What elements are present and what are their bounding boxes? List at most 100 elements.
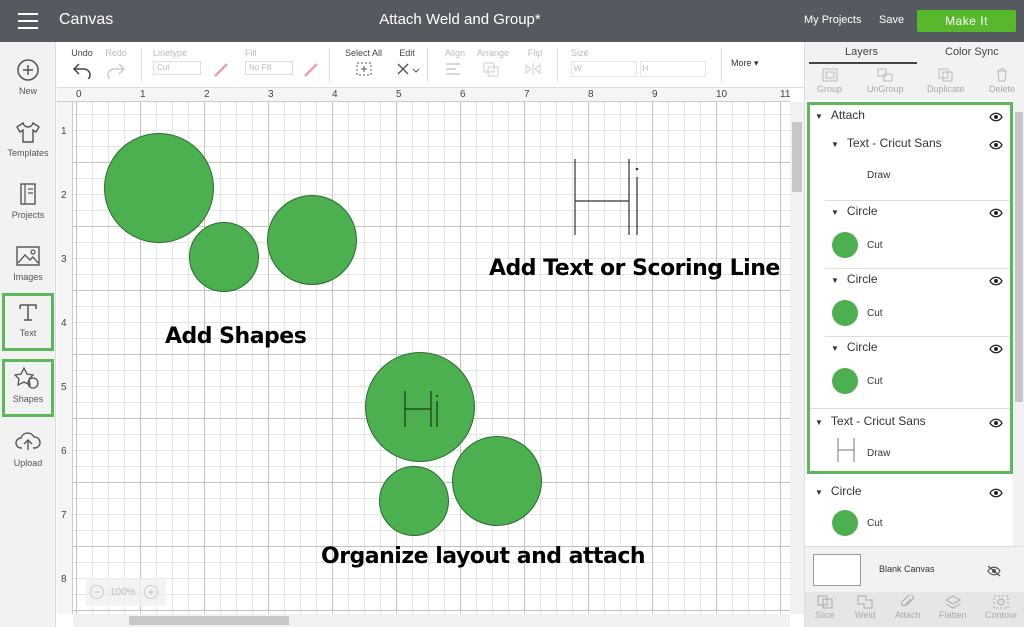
sidebar-item-templates[interactable]: Templates (3, 114, 53, 170)
toolbar-divider (557, 48, 558, 82)
scrollbar-thumb[interactable] (1015, 112, 1023, 402)
circle-shape[interactable] (379, 466, 449, 536)
zoom-control: − 100% + (86, 578, 166, 606)
align-icon (446, 63, 460, 75)
scrollbar-thumb[interactable] (792, 122, 802, 192)
text-hi-glyph[interactable] (571, 157, 643, 237)
scissors-icon (397, 63, 420, 75)
group-label: Group (817, 84, 843, 94)
ruler-tick-label: 4 (332, 89, 338, 100)
align-button[interactable]: Align (443, 48, 467, 79)
undo-button[interactable]: Undo (71, 48, 93, 82)
redo-label: Redo (105, 48, 127, 58)
contour-button[interactable]: Contour (985, 595, 1017, 620)
panel-tabs: Layers Color Sync (805, 42, 1024, 64)
flip-button[interactable]: Flip (523, 48, 547, 79)
group-button[interactable]: Group (817, 68, 842, 94)
left-sidebar: New Templates Projects Images Text Shape… (0, 42, 56, 627)
ungroup-icon (877, 68, 893, 82)
contour-icon (993, 595, 1009, 609)
fill-control[interactable]: Fill No Fill (245, 48, 293, 75)
arrange-button[interactable]: Arrange (477, 48, 509, 79)
blank-canvas-swatch[interactable] (813, 554, 861, 586)
eye-icon[interactable] (989, 488, 1003, 498)
sidebar-item-label: Templates (7, 148, 49, 158)
weld-button[interactable]: Weld (855, 595, 875, 620)
flip-icon (525, 63, 541, 75)
layer-label: Circle (830, 484, 862, 498)
ruler-tick-label: 6 (61, 446, 67, 457)
toolbar-divider (427, 48, 428, 82)
height-field[interactable]: H (639, 61, 706, 77)
zoom-in-button[interactable]: + (144, 585, 158, 599)
sidebar-item-text[interactable]: Text (2, 293, 54, 351)
circle-shape[interactable] (189, 222, 259, 292)
design-canvas[interactable]: Add Shapes Add Text or Scoring Line Orga… (73, 102, 790, 614)
arrange-label: Arrange (477, 48, 510, 58)
sidebar-item-label: Projects (11, 210, 45, 220)
select-all-icon (356, 62, 372, 76)
circle-thumbnail (832, 510, 858, 536)
zoom-out-button[interactable]: − (90, 585, 104, 599)
undo-icon (72, 63, 91, 82)
sidebar-item-upload[interactable]: Upload (3, 424, 53, 480)
sidebar-item-images[interactable]: Images (3, 238, 53, 294)
top-bar: Canvas Attach Weld and Group* My Project… (0, 0, 1024, 42)
text-hi-glyph[interactable] (403, 389, 441, 429)
ruler-tick-label: 7 (61, 510, 67, 521)
ungroup-button[interactable]: UnGroup (867, 68, 904, 94)
circle-shape[interactable] (452, 436, 542, 526)
book-icon (20, 183, 36, 205)
delete-label: Delete (989, 84, 1016, 94)
ruler-tick-label: 9 (652, 89, 658, 100)
linetype-select[interactable]: Cut (153, 61, 201, 75)
select-all-label: Select All (345, 48, 383, 58)
shapes-icon (14, 366, 39, 389)
sidebar-item-label: Upload (13, 458, 43, 468)
sidebar-item-projects[interactable]: Projects (3, 176, 53, 232)
toolbar-divider (329, 48, 330, 82)
redo-button[interactable]: Redo (105, 48, 127, 82)
more-button[interactable]: More ▾ (731, 58, 759, 69)
blank-canvas-row[interactable]: Blank Canvas (805, 546, 1024, 592)
layers-scrollbar[interactable] (1013, 100, 1024, 546)
edit-button[interactable]: Edit (395, 48, 420, 79)
slice-button[interactable]: Slice (815, 595, 835, 620)
ruler-top: 0 1 2 3 4 5 6 7 8 9 10 11 (57, 88, 790, 102)
blank-canvas-label: Blank Canvas (879, 564, 935, 574)
sidebar-item-label: Images (13, 272, 43, 282)
flatten-button[interactable]: Flatten (939, 595, 967, 620)
weld-label: Weld (855, 610, 876, 620)
size-control[interactable]: Size W H (571, 48, 706, 77)
flatten-icon (944, 595, 961, 609)
collapse-arrow-icon[interactable]: ▼ (815, 488, 823, 497)
image-icon (16, 246, 40, 266)
duplicate-button[interactable]: Duplicate (927, 68, 965, 94)
toolbar-divider (721, 48, 722, 82)
eye-hidden-icon[interactable] (987, 565, 1001, 577)
scrollbar-thumb[interactable] (129, 616, 289, 625)
select-all-button[interactable]: Select All (345, 48, 382, 79)
attach-button[interactable]: Attach (895, 595, 921, 620)
save-button[interactable]: Save (879, 14, 904, 26)
make-it-button[interactable]: Make It (917, 10, 1016, 32)
tab-layers[interactable]: Layers (845, 46, 878, 58)
arrange-icon (483, 62, 499, 77)
circle-shape[interactable] (104, 133, 214, 243)
width-field[interactable]: W (571, 61, 637, 77)
linetype-color-icon (214, 63, 228, 77)
ruler-tick-label: 5 (396, 89, 402, 100)
canvas-horizontal-scrollbar[interactable] (73, 614, 790, 627)
canvas-vertical-scrollbar[interactable] (790, 102, 804, 614)
edit-label: Edit (399, 48, 415, 58)
linetype-control[interactable]: Linetype Cut (153, 48, 201, 75)
tab-color-sync[interactable]: Color Sync (945, 46, 999, 58)
caption-organize: Organize layout and attach (321, 544, 646, 569)
layer-item-circle[interactable]: ▼ Circle Cut (805, 484, 1013, 546)
delete-button[interactable]: Delete (989, 68, 1015, 94)
sidebar-item-new[interactable]: New (3, 52, 53, 108)
sidebar-item-shapes[interactable]: Shapes (2, 359, 54, 417)
my-projects-link[interactable]: My Projects (804, 14, 861, 26)
circle-shape[interactable] (267, 195, 357, 285)
fill-select[interactable]: No Fill (245, 61, 293, 75)
